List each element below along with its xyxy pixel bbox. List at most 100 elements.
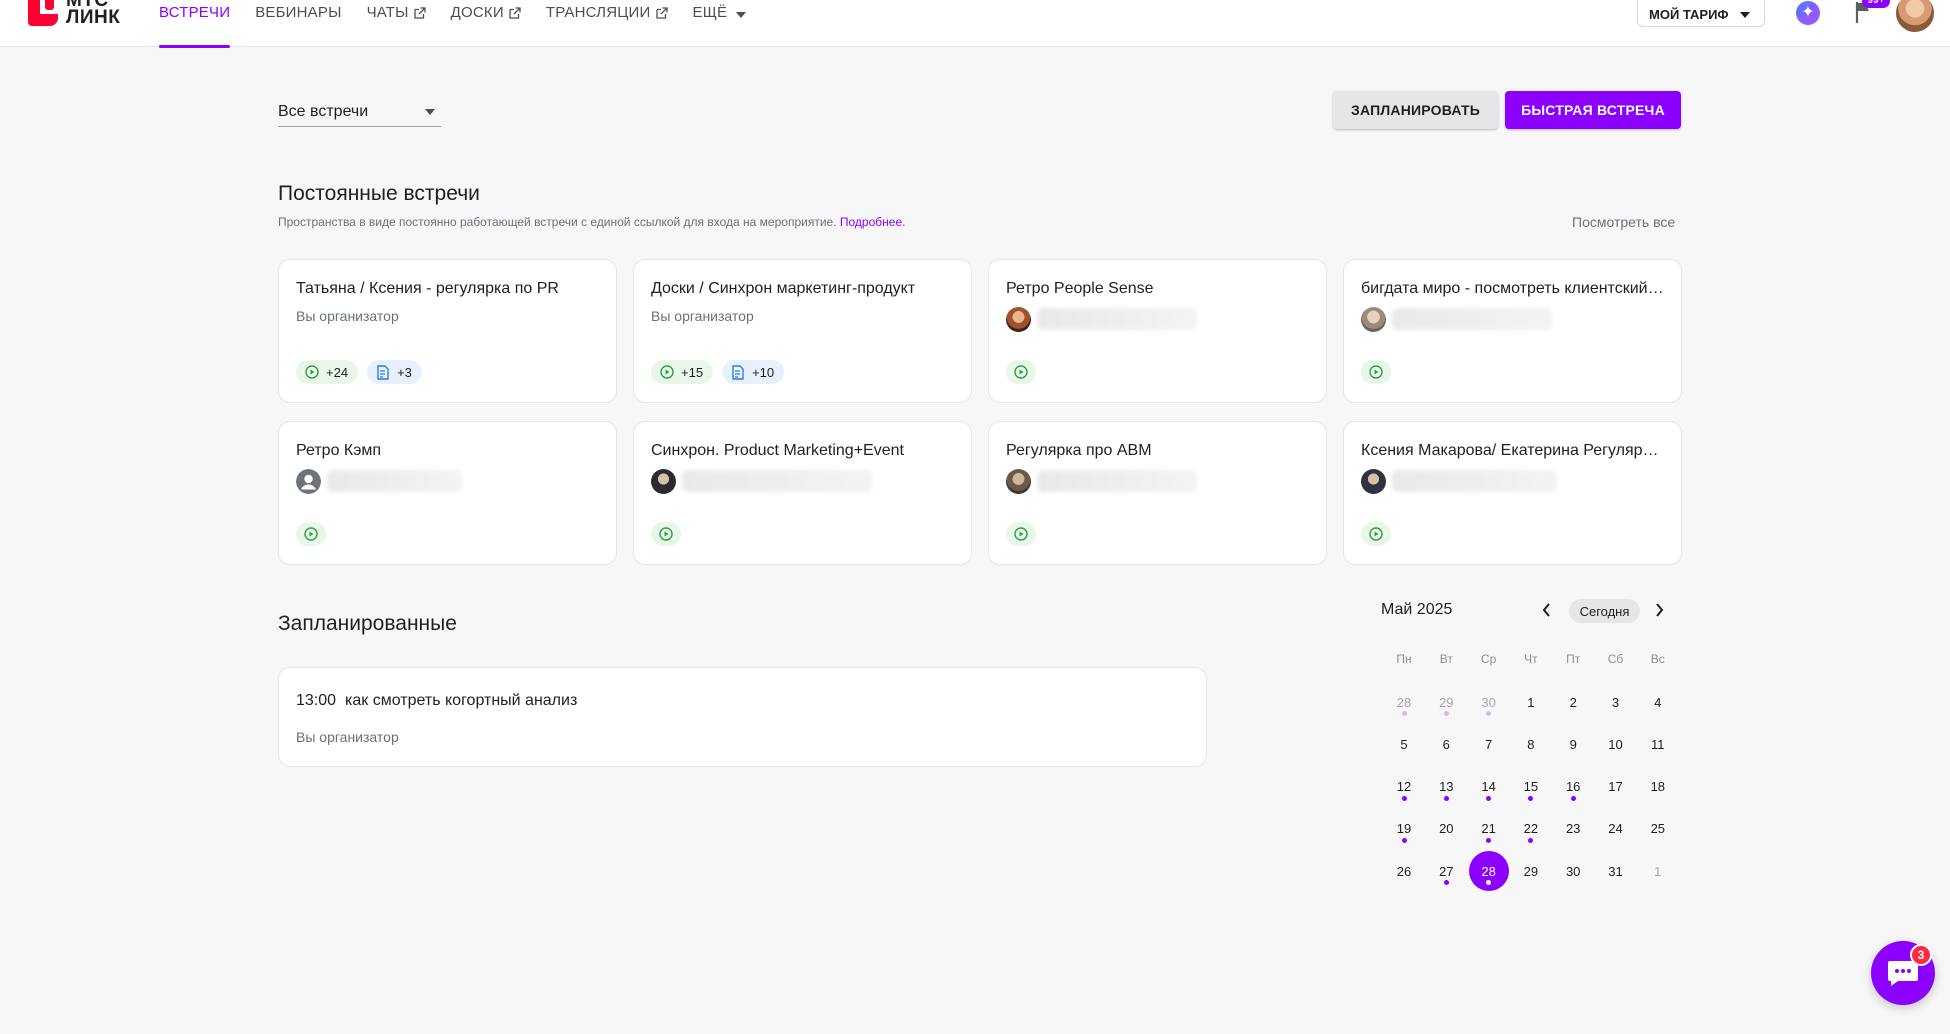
more-info-link[interactable]: Подробнее. xyxy=(840,215,906,229)
calendar-day[interactable]: 9 xyxy=(1553,724,1593,764)
nav-item-meetings[interactable]: ВСТРЕЧИ xyxy=(159,0,231,48)
calendar-day[interactable]: 29 xyxy=(1426,682,1466,722)
calendar-day[interactable]: 20 xyxy=(1426,809,1466,849)
nav-item-more[interactable]: ЕЩЁ xyxy=(693,0,747,47)
recordings-chip[interactable] xyxy=(296,522,326,546)
chat-unread-badge: 3 xyxy=(1910,944,1932,966)
calendar-day[interactable]: 24 xyxy=(1596,809,1636,849)
permanent-meeting-card[interactable]: бигдата миро - посмотреть клиентский пут… xyxy=(1343,259,1682,403)
recordings-chip[interactable]: +24 xyxy=(296,360,359,384)
organizer xyxy=(296,468,599,494)
calendar-day[interactable]: 3 xyxy=(1596,682,1636,722)
calendar-day[interactable]: 18 xyxy=(1638,767,1678,807)
organizer xyxy=(1006,306,1309,332)
ai-assistant-icon[interactable]: ✦ xyxy=(1796,1,1820,25)
nav-item-chats[interactable]: ЧАТЫ xyxy=(367,0,426,47)
calendar-day[interactable]: 7 xyxy=(1469,724,1509,764)
permanent-meeting-card[interactable]: Регулярка про ABM xyxy=(988,421,1327,565)
event-dot xyxy=(1401,711,1407,716)
recordings-chip[interactable] xyxy=(651,522,681,546)
calendar-day[interactable]: 12 xyxy=(1384,767,1424,807)
calendar-day[interactable]: 30 xyxy=(1469,682,1509,722)
calendar-day[interactable]: 11 xyxy=(1638,724,1678,764)
chevron-right-icon[interactable] xyxy=(1652,601,1666,619)
chevron-left-icon[interactable] xyxy=(1540,601,1554,619)
organizer xyxy=(1006,468,1309,494)
calendar-day[interactable]: 2 xyxy=(1553,682,1593,722)
recordings-chip[interactable] xyxy=(1361,522,1391,546)
calendar-weekday: Пт xyxy=(1566,652,1581,666)
meeting-time: 13:00 xyxy=(296,692,337,709)
permanent-meeting-card[interactable]: Доски / Синхрон маркетинг-продукт Вы орг… xyxy=(633,259,972,403)
calendar-weekday: Вт xyxy=(1439,652,1453,666)
user-avatar xyxy=(1006,306,1031,332)
chevron-down-icon xyxy=(425,109,435,115)
calendar-day-selected[interactable]: 28 xyxy=(1468,851,1509,892)
meetings-filter-select[interactable]: Все встречи xyxy=(278,99,441,127)
quick-meeting-button[interactable]: БЫСТРАЯ ВСТРЕЧА xyxy=(1505,91,1681,129)
scheduled-meeting-subtitle: Вы организатор xyxy=(296,729,399,745)
calendar-day[interactable]: 29 xyxy=(1511,851,1551,891)
my-tariff-dropdown[interactable]: МОЙ ТАРИФ xyxy=(1637,0,1765,27)
default-user-avatar-icon xyxy=(296,468,321,494)
calendar-day[interactable]: 19 xyxy=(1384,809,1424,849)
logo-mark xyxy=(28,0,58,26)
calendar-day[interactable]: 21 xyxy=(1469,809,1509,849)
calendar-day[interactable]: 27 xyxy=(1426,851,1466,891)
card-subtitle: Вы организатор xyxy=(651,308,754,324)
user-avatar[interactable] xyxy=(1894,0,1936,34)
schedule-button[interactable]: ЗАПЛАНИРОВАТЬ xyxy=(1333,91,1498,129)
documents-chip[interactable]: +10 xyxy=(722,360,785,384)
document-icon xyxy=(732,364,744,380)
event-dot xyxy=(1486,711,1492,716)
calendar-day[interactable]: 23 xyxy=(1553,809,1593,849)
calendar-day[interactable]: 4 xyxy=(1638,682,1678,722)
documents-chip[interactable]: +3 xyxy=(367,360,422,384)
permanent-meeting-card[interactable]: Татьяна / Ксения - регулярка по PR Вы ор… xyxy=(278,259,617,403)
user-avatar xyxy=(1361,468,1386,494)
user-avatar xyxy=(1361,306,1386,332)
calendar-day[interactable]: 15 xyxy=(1511,767,1551,807)
calendar-day[interactable]: 1 xyxy=(1511,682,1551,722)
permanent-meeting-card[interactable]: Ретро Кэмп xyxy=(278,421,617,565)
nav-item-webinars[interactable]: ВЕБИНАРЫ xyxy=(255,0,341,47)
organizer xyxy=(1361,468,1664,494)
calendar-day[interactable]: 14 xyxy=(1469,767,1509,807)
recordings-chip[interactable] xyxy=(1006,360,1036,384)
recordings-chip[interactable] xyxy=(1006,522,1036,546)
permanent-meeting-card[interactable]: Синхрон. Product Marketing+Event xyxy=(633,421,972,565)
calendar-day[interactable]: 31 xyxy=(1596,851,1636,891)
chevron-down-icon xyxy=(736,12,747,18)
calendar-day[interactable]: 13 xyxy=(1426,767,1466,807)
play-circle-icon xyxy=(659,527,673,541)
calendar-today-button[interactable]: Сегодня xyxy=(1569,599,1640,623)
calendar-day[interactable]: 8 xyxy=(1511,724,1551,764)
calendar-day[interactable]: 25 xyxy=(1638,809,1678,849)
calendar-day[interactable]: 1 xyxy=(1638,851,1678,891)
permanent-meeting-card[interactable]: Ксения Макарова/ Екатерина Регулярная вс… xyxy=(1343,421,1682,565)
nav-item-broadcasts[interactable]: ТРАНСЛЯЦИИ xyxy=(546,0,668,47)
see-all-link[interactable]: Посмотреть все xyxy=(1572,214,1675,230)
permanent-meeting-card[interactable]: Ретро People Sense xyxy=(988,259,1327,403)
calendar-day[interactable]: 5 xyxy=(1384,724,1424,764)
calendar-day[interactable]: 6 xyxy=(1426,724,1466,764)
card-title: Доски / Синхрон маркетинг-продукт xyxy=(651,280,916,297)
card-title: бигдата миро - посмотреть клиентский пут… xyxy=(1361,280,1664,297)
user-avatar xyxy=(1006,468,1031,494)
calendar-day[interactable]: 16 xyxy=(1553,767,1593,807)
recordings-chip[interactable] xyxy=(1361,360,1391,384)
play-circle-icon xyxy=(1014,527,1028,541)
calendar-day[interactable]: 17 xyxy=(1596,767,1636,807)
scheduled-meeting-card[interactable]: 13:00 как смотреть когортный анализ Вы ор… xyxy=(278,667,1207,767)
recordings-chip[interactable]: +15 xyxy=(651,360,714,384)
calendar-day[interactable]: 22 xyxy=(1511,809,1551,849)
calendar-day[interactable]: 26 xyxy=(1384,851,1424,891)
logo[interactable]: МТС ЛИНК xyxy=(28,0,120,27)
calendar-day[interactable]: 28 xyxy=(1384,682,1424,722)
calendar-day[interactable]: 30 xyxy=(1553,851,1593,891)
card-title: Регулярка про ABM xyxy=(1006,442,1152,459)
event-dot xyxy=(1486,880,1492,886)
nav-item-boards[interactable]: ДОСКИ xyxy=(451,0,521,47)
calendar-weekday: Чт xyxy=(1524,652,1538,666)
calendar-day[interactable]: 10 xyxy=(1596,724,1636,764)
